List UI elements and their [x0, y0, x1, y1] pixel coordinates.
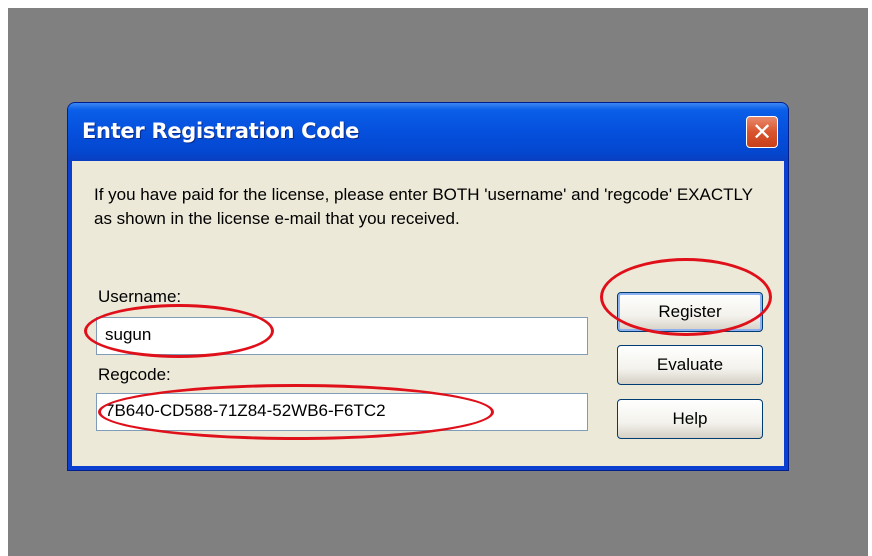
regcode-input[interactable]: 7B640-CD588-71Z84-52WB6-F6TC2 — [96, 393, 588, 431]
register-button[interactable]: Register — [617, 292, 763, 332]
username-input[interactable]: sugun — [96, 317, 588, 355]
help-button[interactable]: Help — [617, 399, 763, 439]
username-label: Username: — [98, 287, 182, 306]
evaluate-button[interactable]: Evaluate — [617, 345, 763, 385]
title-bar[interactable]: Enter Registration Code ✕ — [68, 103, 788, 161]
registration-dialog: Enter Registration Code ✕ If you have pa… — [67, 102, 789, 471]
close-icon[interactable]: ✕ — [746, 116, 778, 148]
window-title: Enter Registration Code — [82, 119, 360, 143]
regcode-label: Regcode: — [98, 365, 171, 384]
dialog-body: If you have paid for the license, please… — [72, 161, 784, 466]
instruction-text: If you have paid for the license, please… — [94, 185, 753, 228]
